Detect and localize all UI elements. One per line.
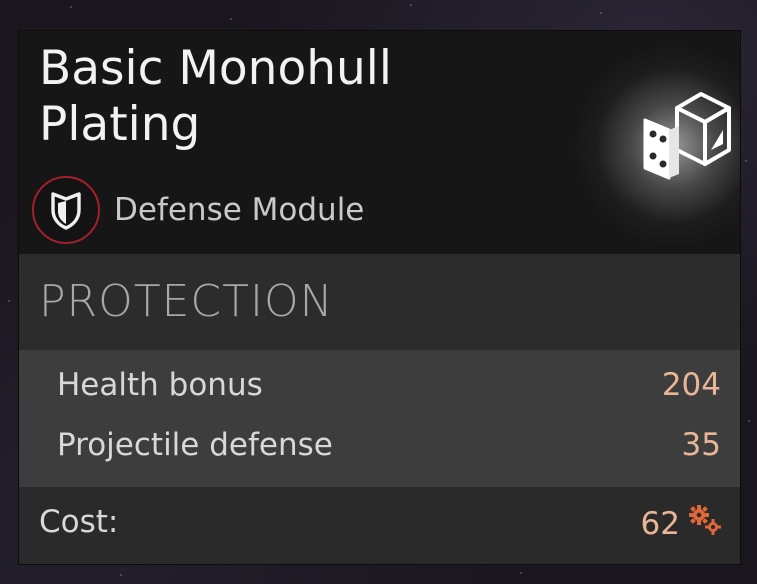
stat-value: 204 xyxy=(661,367,721,403)
module-title: Basic Monohull Plating xyxy=(39,41,392,152)
stat-label: Projectile defense xyxy=(57,427,333,463)
stats-list: Health bonus 204 Projectile defense 35 xyxy=(19,350,740,487)
stat-row-projectile-defense: Projectile defense 35 xyxy=(57,417,721,473)
stat-row-health-bonus: Health bonus 204 xyxy=(57,357,721,413)
tooltip-header: Basic Monohull Plating Defense Module xyxy=(19,31,740,254)
cost-value-group: 62 xyxy=(641,504,722,544)
stat-label: Health bonus xyxy=(57,367,263,403)
section-title: PROTECTION xyxy=(39,276,334,327)
plating-cube-icon xyxy=(639,86,739,190)
cost-row: Cost: 62 xyxy=(19,487,740,564)
shield-icon xyxy=(32,176,100,244)
cost-value: 62 xyxy=(640,506,680,542)
stat-value: 35 xyxy=(681,427,721,463)
protection-section-header: PROTECTION xyxy=(19,254,740,350)
cost-label: Cost: xyxy=(39,504,119,540)
gears-icon xyxy=(680,504,722,544)
category-label: Defense Module xyxy=(114,192,365,228)
module-tooltip: Basic Monohull Plating Defense Module PR… xyxy=(19,31,740,564)
module-category: Defense Module xyxy=(32,176,364,244)
